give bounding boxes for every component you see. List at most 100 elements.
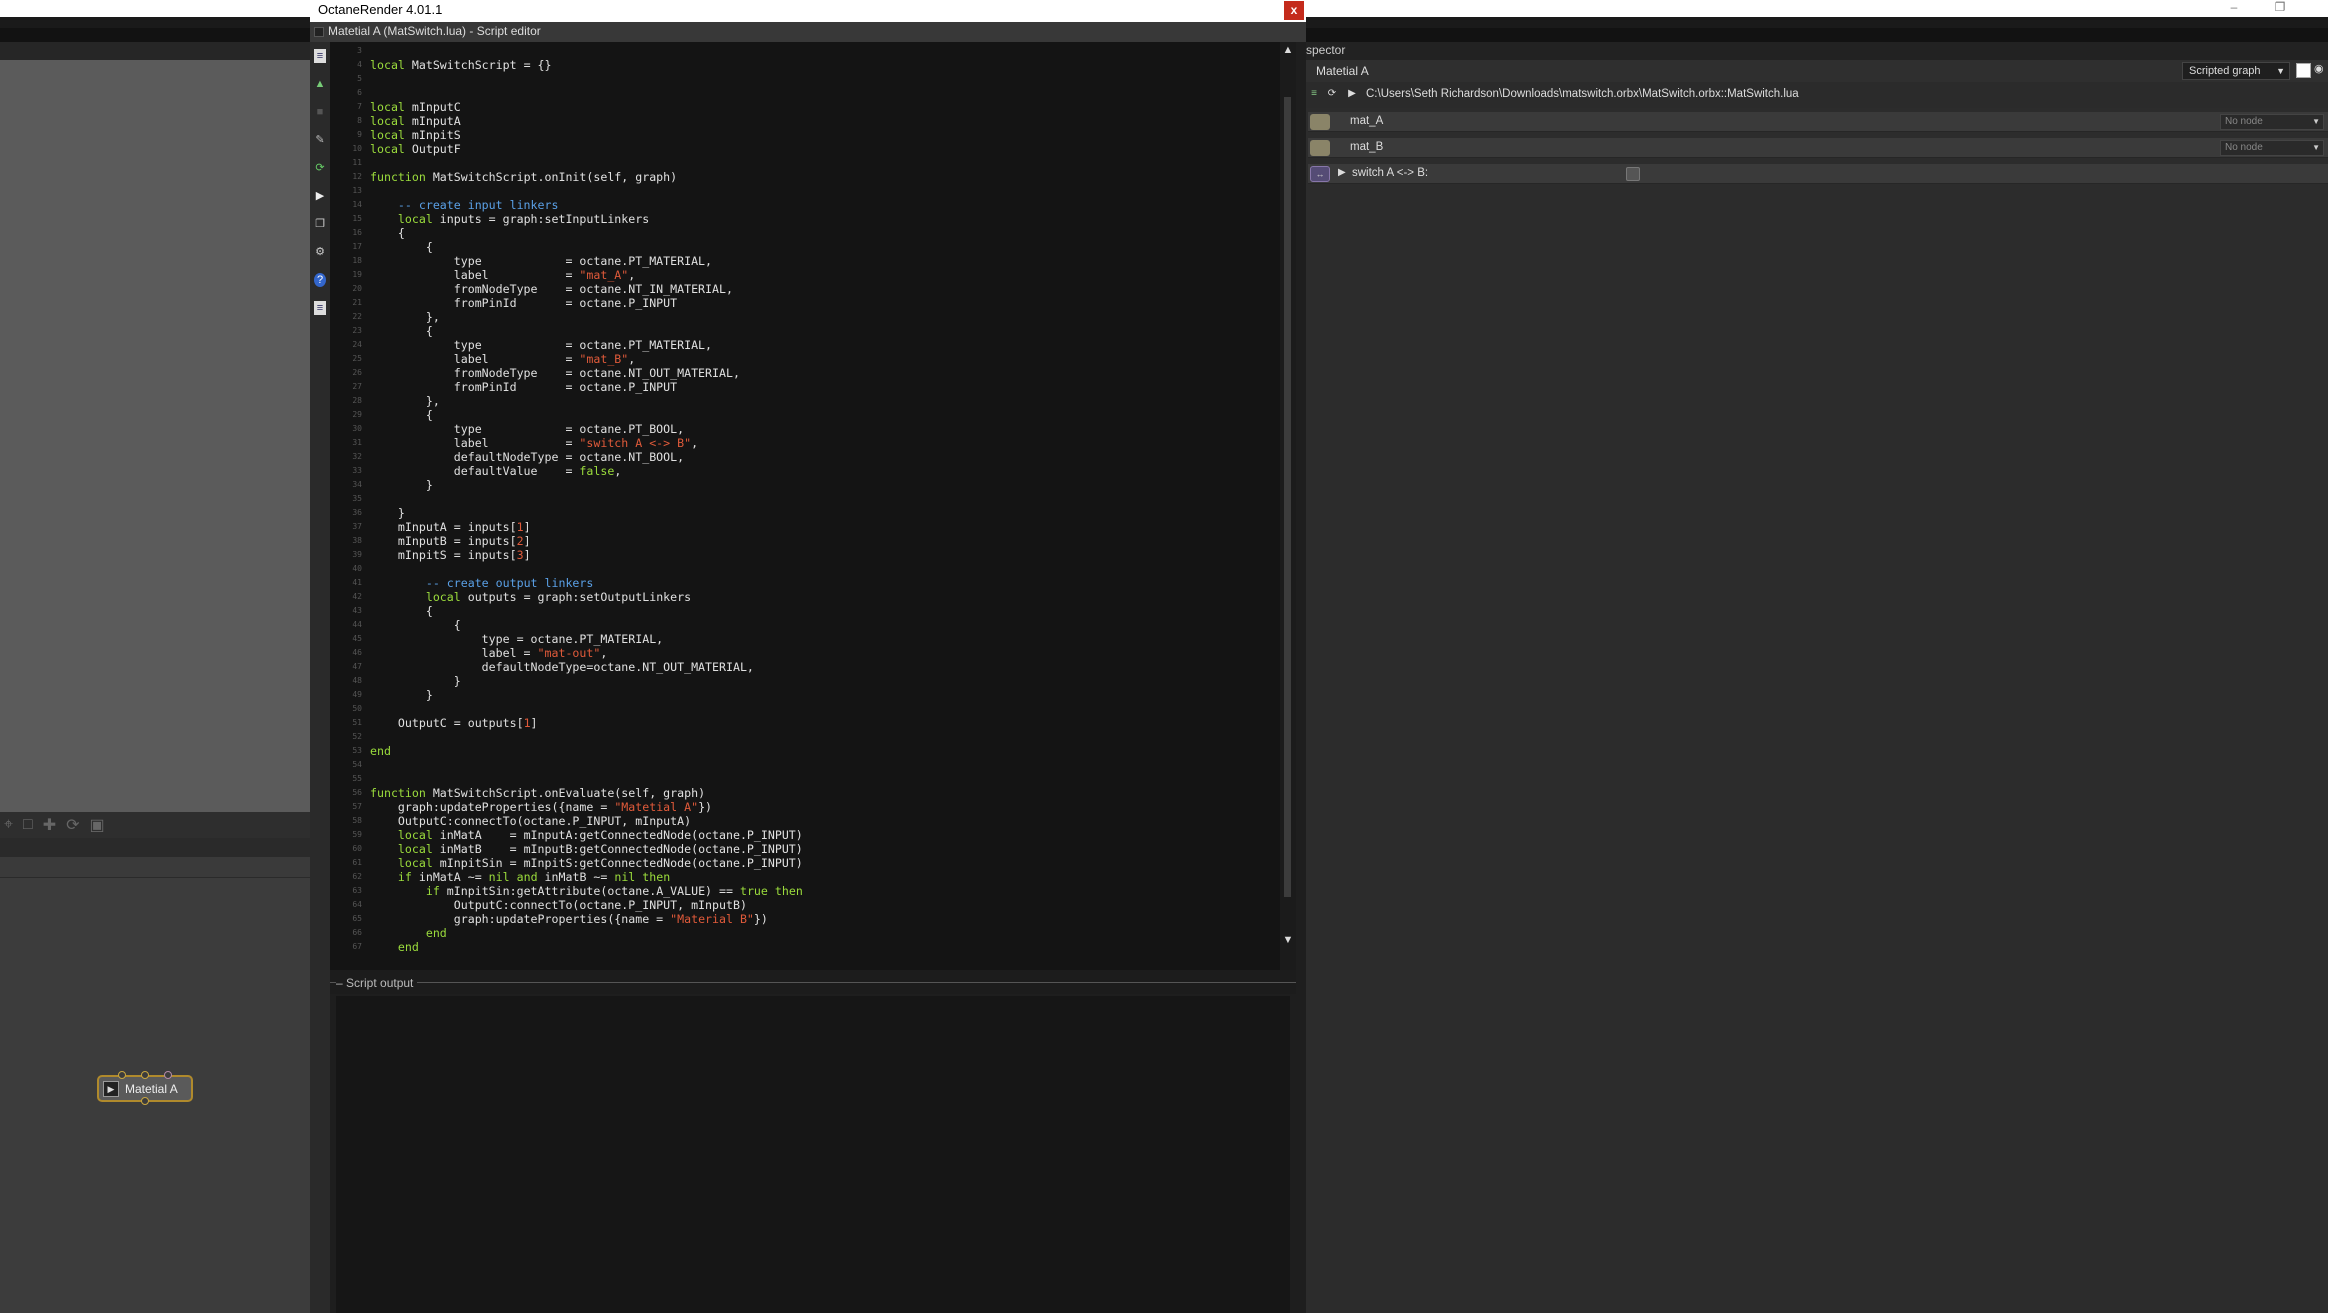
open-button[interactable]: ▲ bbox=[310, 70, 330, 98]
pan-icon[interactable]: ⌖ bbox=[4, 816, 13, 834]
new-file-button[interactable]: ≡ bbox=[310, 42, 330, 70]
pin-row-mat-a[interactable]: mat_A No node ▼ bbox=[1308, 112, 2328, 132]
code-line: 46 label = "mat-out", bbox=[330, 646, 1280, 660]
script-path: C:\Users\Seth Richardson\Downloads\matsw… bbox=[1366, 88, 1799, 100]
line-text: function MatSwitchScript.onEvaluate(self… bbox=[370, 786, 706, 800]
line-text: end bbox=[370, 744, 391, 758]
line-number: 21 bbox=[352, 298, 362, 307]
pin-node-select[interactable]: No node ▼ bbox=[2220, 140, 2324, 156]
maximize-icon[interactable]: ❐ bbox=[2260, 0, 2300, 17]
code-line: 59 local inMatA = mInputA:getConnectedNo… bbox=[330, 828, 1280, 842]
line-number: 4 bbox=[357, 60, 362, 69]
settings-button[interactable]: ⚙ bbox=[310, 238, 330, 266]
line-text: defaultValue = false, bbox=[370, 464, 622, 478]
line-number: 64 bbox=[352, 900, 362, 909]
line-text: defaultNodeType=octane.NT_OUT_MATERIAL, bbox=[370, 660, 754, 674]
line-number: 56 bbox=[352, 788, 362, 797]
line-number: 7 bbox=[357, 102, 362, 111]
line-number: 23 bbox=[352, 326, 362, 335]
pin-node-value: No node bbox=[2225, 116, 2263, 127]
rotate-icon[interactable]: ⟳ bbox=[66, 815, 79, 835]
line-number: 16 bbox=[352, 228, 362, 237]
code-line: 43 { bbox=[330, 604, 1280, 618]
line-number: 14 bbox=[352, 200, 362, 209]
code-line: 12 function MatSwitchScript.onInit(self, … bbox=[330, 170, 1280, 184]
scroll-down-icon[interactable]: ▼ bbox=[1282, 934, 1294, 946]
line-number: 30 bbox=[352, 424, 362, 433]
line-number: 58 bbox=[352, 816, 362, 825]
open-script-icon[interactable]: ≡ bbox=[1306, 86, 1322, 102]
color-swatch[interactable] bbox=[2296, 63, 2311, 78]
move-icon[interactable]: ✚ bbox=[43, 815, 56, 835]
chevron-down-icon: ▼ bbox=[2312, 117, 2320, 126]
open-icon: ▲ bbox=[314, 78, 326, 90]
script-output-panel[interactable] bbox=[336, 996, 1290, 1313]
line-text: local inMatB = mInputB:getConnectedNode(… bbox=[397, 842, 803, 856]
code-line: 51 OutputC = outputs[1] bbox=[330, 716, 1280, 730]
line-number: 32 bbox=[352, 452, 362, 461]
line-number: 54 bbox=[352, 760, 362, 769]
copy-button[interactable]: ❐ bbox=[310, 210, 330, 238]
code-scrollbar[interactable]: ▲ ▼ bbox=[1280, 42, 1296, 970]
line-text: local outputs = graph:setOutputLinkers bbox=[425, 590, 692, 604]
minimize-icon[interactable]: – bbox=[2214, 0, 2254, 17]
play-icon[interactable]: ▶ bbox=[1344, 86, 1360, 102]
graph-node-label: Matetial A bbox=[125, 1081, 178, 1096]
reload-icon[interactable]: ⟳ bbox=[1324, 86, 1340, 102]
line-text: local MatSwitchScript = {} bbox=[370, 58, 552, 72]
code-line: 35 bbox=[330, 492, 1280, 506]
code-line: 41 -- create output linkers bbox=[330, 576, 1280, 590]
line-text: { bbox=[370, 604, 433, 618]
line-text bbox=[366, 86, 370, 100]
line-number: 39 bbox=[352, 550, 362, 559]
line-number: 43 bbox=[352, 606, 362, 615]
code-line: 44 { bbox=[330, 618, 1280, 632]
close-button[interactable]: x bbox=[1284, 1, 1304, 20]
line-text: mInpitS = inputs[3] bbox=[370, 548, 531, 562]
node-input-pin[interactable] bbox=[118, 1071, 126, 1079]
line-number: 18 bbox=[352, 256, 362, 265]
code-line: 14 -- create input linkers bbox=[330, 198, 1280, 212]
code-line: 40 bbox=[330, 562, 1280, 576]
reload-button[interactable]: ⟳ bbox=[310, 154, 330, 182]
pin-node-select[interactable]: No node ▼ bbox=[2220, 114, 2324, 130]
help-button[interactable]: ? bbox=[310, 266, 330, 294]
code-line: 17 { bbox=[330, 240, 1280, 254]
line-number: 40 bbox=[352, 564, 362, 573]
render-viewport[interactable] bbox=[0, 42, 310, 838]
edit-button[interactable]: ✎ bbox=[310, 126, 330, 154]
docs-button[interactable]: ≡ bbox=[310, 294, 330, 322]
run-button[interactable]: ▶ bbox=[310, 182, 330, 210]
scroll-up-icon[interactable]: ▲ bbox=[1282, 44, 1294, 56]
expand-icon[interactable]: ▶ bbox=[1338, 167, 1346, 178]
code-line: 22 }, bbox=[330, 310, 1280, 324]
line-number: 28 bbox=[352, 396, 362, 405]
line-text: OutputC:connectTo(octane.P_INPUT, mInput… bbox=[370, 814, 692, 828]
crop-icon[interactable]: □ bbox=[23, 816, 33, 834]
editor-subtitle: Matetial A (MatSwitch.lua) - Script edit… bbox=[328, 24, 541, 38]
line-text bbox=[366, 772, 370, 786]
code-line: 57 graph:updateProperties({name = "Matet… bbox=[330, 800, 1280, 814]
graph-type-select[interactable]: Scripted graph ▼ bbox=[2182, 62, 2290, 80]
pin-row-mat-b[interactable]: mat_B No node ▼ bbox=[1308, 138, 2328, 158]
pin-row-switch[interactable]: ↔ ▶ switch A <-> B: bbox=[1308, 164, 2328, 184]
line-text bbox=[366, 492, 370, 506]
scrollbar-thumb[interactable] bbox=[1284, 97, 1291, 897]
code-line: 21 fromPinId = octane.P_INPUT bbox=[330, 296, 1280, 310]
line-number: 45 bbox=[352, 634, 362, 643]
line-number: 29 bbox=[352, 410, 362, 419]
play-icon[interactable]: ▶ bbox=[103, 1080, 119, 1097]
line-text: mInputA = inputs[1] bbox=[370, 520, 531, 534]
eye-icon[interactable]: ◉ bbox=[2314, 62, 2324, 75]
save-button[interactable]: ■ bbox=[310, 98, 330, 126]
line-number: 44 bbox=[352, 620, 362, 629]
code-editor[interactable]: 3 4 local MatSwitchScript = {} 5 6 7 local mIn… bbox=[330, 42, 1280, 970]
node-input-pin[interactable] bbox=[141, 1071, 149, 1079]
node-output-pin[interactable] bbox=[141, 1097, 149, 1105]
switch-checkbox[interactable] bbox=[1626, 167, 1640, 181]
editor-subtitle-bar: Matetial A (MatSwitch.lua) - Script edit… bbox=[310, 22, 1306, 42]
line-number: 10 bbox=[352, 144, 362, 153]
node-input-pin[interactable] bbox=[164, 1071, 172, 1079]
pin-label: switch A <-> B: bbox=[1352, 167, 1429, 179]
fit-icon[interactable]: ▣ bbox=[90, 815, 105, 835]
